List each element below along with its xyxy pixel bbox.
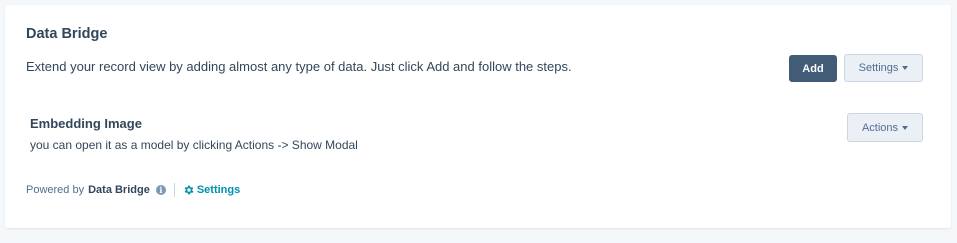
add-button-label: Add	[802, 62, 824, 75]
actions-button-label: Actions	[861, 121, 899, 134]
actions-dropdown-button[interactable]: Actions	[847, 113, 923, 142]
footer-divider	[173, 183, 175, 197]
gear-icon	[183, 184, 195, 196]
powered-by-text: Powered by	[26, 184, 85, 196]
powered-by-brand: Data Bridge	[88, 184, 150, 196]
data-bridge-card: Data Bridge Extend your record view by a…	[5, 5, 951, 228]
caret-down-icon	[902, 66, 909, 70]
card-footer: Powered by Data Bridge i Settings	[26, 183, 240, 197]
info-icon[interactable]: i	[155, 185, 166, 195]
add-button[interactable]: Add	[789, 55, 837, 82]
item-title: Embedding Image	[30, 116, 142, 131]
settings-button-label: Settings	[858, 62, 899, 74]
card-title: Data Bridge	[26, 26, 108, 42]
item-description: you can open it as a model by clicking A…	[30, 138, 358, 152]
caret-down-icon	[902, 125, 909, 130]
footer-settings-link[interactable]: Settings	[183, 184, 240, 196]
settings-dropdown-button[interactable]: Settings	[844, 54, 923, 82]
footer-settings-label: Settings	[196, 184, 241, 196]
card-description: Extend your record view by adding almost…	[26, 59, 572, 74]
